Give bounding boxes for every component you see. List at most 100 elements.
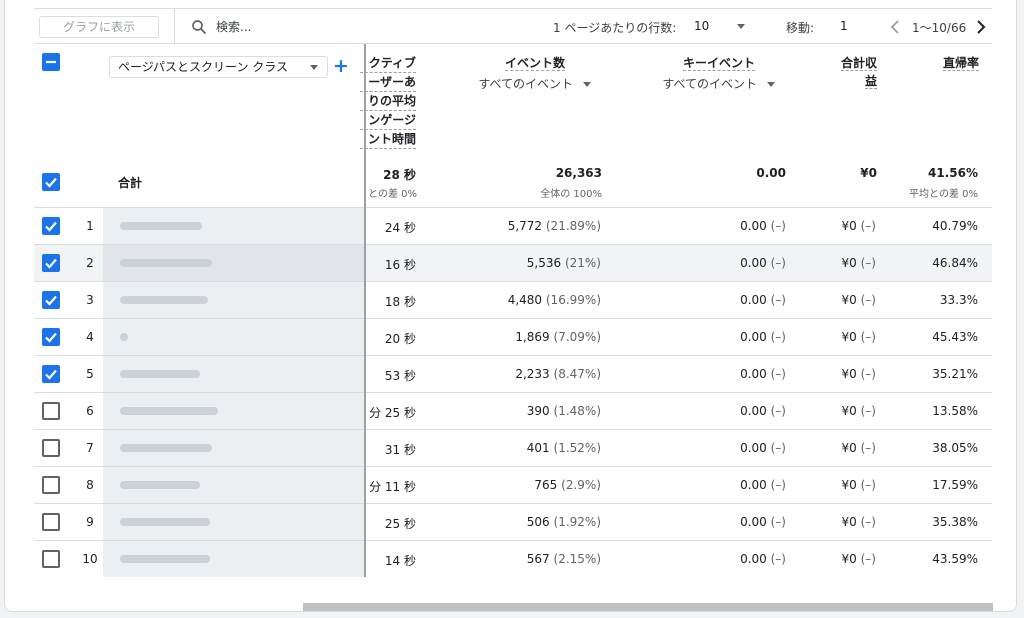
rows-per-page-select[interactable]: 10 xyxy=(694,19,709,33)
select-all-checkbox[interactable] xyxy=(42,53,60,71)
bounce-cell: 40.79% xyxy=(932,219,978,233)
key-events-cell: 0.00 xyxy=(740,515,767,529)
key-events-cell: 0.00 xyxy=(740,441,767,455)
chevron-down-icon[interactable] xyxy=(737,24,745,29)
header-line: 直帰率 xyxy=(942,56,979,71)
goto-page-input[interactable]: 1 xyxy=(840,19,848,33)
table-row[interactable]: 8分 11 秒 765 (2.9%) 0.00 (–) ¥0 (–) 17.59% xyxy=(34,466,992,503)
revenue-cell: ¥0 xyxy=(841,552,857,566)
table-row[interactable]: 3 18 秒 4,480 (16.99%) 0.00 (–) ¥0 (–) 33.3% xyxy=(34,281,992,318)
revenue-cell: ¥0 xyxy=(841,478,857,492)
totals-engagement-sub: との差 0% xyxy=(368,189,417,200)
page-range: 1〜10/66 xyxy=(912,21,967,35)
column-header-key-events[interactable]: キーイベント xyxy=(645,54,755,72)
revenue-cell: ¥0 xyxy=(841,441,857,455)
page-path-cell[interactable] xyxy=(103,319,365,355)
engagement-cell: 31 秒 xyxy=(384,443,416,457)
totals-engagement: 28 秒 xyxy=(383,168,416,182)
revenue-cell: ¥0 xyxy=(841,293,857,307)
header-line: 合計収 xyxy=(840,56,877,71)
row-index: 1 xyxy=(86,219,94,233)
engagement-cell: 14 秒 xyxy=(384,554,416,568)
row-checkbox[interactable] xyxy=(42,439,60,457)
key-events-pct: (–) xyxy=(770,552,786,566)
revenue-pct: (–) xyxy=(860,219,876,233)
key-events-pct: (–) xyxy=(770,478,786,492)
key-events-cell: 0.00 xyxy=(740,293,767,307)
totals-checkbox[interactable] xyxy=(42,173,60,191)
dimension-select[interactable]: ページパスとスクリーン クラス xyxy=(109,56,328,78)
chevron-down-icon xyxy=(767,82,775,87)
revenue-cell: ¥0 xyxy=(841,367,857,381)
horizontal-scrollbar[interactable] xyxy=(303,603,993,611)
key-events-pct: (–) xyxy=(770,219,786,233)
plot-rows-button[interactable]: グラフに表示 xyxy=(39,16,159,38)
row-index: 9 xyxy=(86,515,94,529)
events-filter-select[interactable]: すべてのイベント xyxy=(435,75,591,92)
chevron-left-icon[interactable] xyxy=(888,19,902,35)
column-header-events[interactable]: イベント数 xyxy=(465,54,565,72)
table-row[interactable]: 1 24 秒 5,772 (21.89%) 0.00 (–) ¥0 (–) 40.79% xyxy=(34,207,992,244)
events-cell: 4,480 xyxy=(507,293,543,307)
key-events-pct: (–) xyxy=(770,330,786,344)
events-pct: (7.09%) xyxy=(553,330,601,344)
goto-label: 移動: xyxy=(786,21,815,35)
table-row[interactable]: 10 14 秒 567 (2.15%) 0.00 (–) ¥0 (–) 43.59% xyxy=(34,540,992,577)
row-checkbox[interactable] xyxy=(42,476,60,494)
row-index: 5 xyxy=(86,367,94,381)
key-events-pct: (–) xyxy=(770,441,786,455)
key-events-cell: 0.00 xyxy=(740,552,767,566)
column-header-engagement-time[interactable]: クティブ ーザーあ りの平均 ンゲージ ント時間 xyxy=(360,54,416,149)
events-pct: (1.92%) xyxy=(553,515,601,529)
table-row[interactable]: 5 53 秒 2,233 (8.47%) 0.00 (–) ¥0 (–) 35.21% xyxy=(34,355,992,392)
column-header-bounce-rate[interactable]: 直帰率 xyxy=(905,54,979,72)
totals-events: 26,363 xyxy=(555,166,602,180)
chevron-down-icon[interactable] xyxy=(310,65,318,70)
key-events-cell: 0.00 xyxy=(740,330,767,344)
bounce-cell: 13.58% xyxy=(932,404,978,418)
bounce-cell: 38.05% xyxy=(932,441,978,455)
row-checkbox[interactable] xyxy=(42,328,60,346)
engagement-cell: 18 秒 xyxy=(384,295,416,309)
events-pct: (16.99%) xyxy=(545,293,601,307)
row-checkbox[interactable] xyxy=(42,291,60,309)
table-row[interactable]: 6分 25 秒 390 (1.48%) 0.00 (–) ¥0 (–) 13.58% xyxy=(34,392,992,429)
key-events-filter-select[interactable]: すべてのイベント xyxy=(619,75,775,92)
column-header-revenue[interactable]: 合計収 益 xyxy=(825,54,877,90)
row-index: 7 xyxy=(86,441,94,455)
table-toolbar: グラフに表示 1 ページあたりの行数: 10 移動: 1 1〜10/66 xyxy=(34,8,992,45)
table-row[interactable]: 9 25 秒 506 (1.92%) 0.00 (–) ¥0 (–) 35.38% xyxy=(34,503,992,540)
header-line: ーザーあ xyxy=(360,73,416,92)
add-dimension-icon[interactable]: + xyxy=(333,55,349,77)
table-row[interactable]: 4 20 秒 1,869 (7.09%) 0.00 (–) ¥0 (–) 45.43% xyxy=(34,318,992,355)
row-checkbox[interactable] xyxy=(42,550,60,568)
revenue-cell: ¥0 xyxy=(841,404,857,418)
events-pct: (21.89%) xyxy=(545,219,601,233)
row-checkbox[interactable] xyxy=(42,217,60,235)
bounce-cell: 35.38% xyxy=(932,515,978,529)
events-pct: (8.47%) xyxy=(553,367,601,381)
engagement-cell: 20 秒 xyxy=(384,332,416,346)
events-cell: 506 xyxy=(526,515,550,529)
row-checkbox[interactable] xyxy=(42,365,60,383)
header-line: りの平均 xyxy=(360,92,416,111)
table-row[interactable]: 7 31 秒 401 (1.52%) 0.00 (–) ¥0 (–) 38.05% xyxy=(34,429,992,466)
events-pct: (1.52%) xyxy=(553,441,601,455)
events-cell: 1,869 xyxy=(515,330,550,344)
totals-revenue: ¥0 xyxy=(860,166,877,180)
row-checkbox[interactable] xyxy=(42,254,60,272)
row-checkbox[interactable] xyxy=(42,402,60,420)
engagement-cell: 分 25 秒 xyxy=(369,406,416,420)
header-line: ント時間 xyxy=(360,130,416,149)
totals-key-events: 0.00 xyxy=(756,166,786,180)
row-checkbox[interactable] xyxy=(42,513,60,531)
table-row[interactable]: 2 16 秒 5,536 (21%) 0.00 (–) ¥0 (–) 46.84% xyxy=(34,244,992,281)
chevron-down-icon xyxy=(583,82,591,87)
chevron-right-icon[interactable] xyxy=(974,19,988,35)
header-line: ンゲージ xyxy=(360,111,416,130)
totals-events-sub: 全体の 100% xyxy=(540,189,602,200)
redacted-page-path xyxy=(120,333,128,341)
redacted-page-path xyxy=(120,222,202,230)
revenue-pct: (–) xyxy=(860,367,876,381)
search-input[interactable] xyxy=(216,16,416,38)
